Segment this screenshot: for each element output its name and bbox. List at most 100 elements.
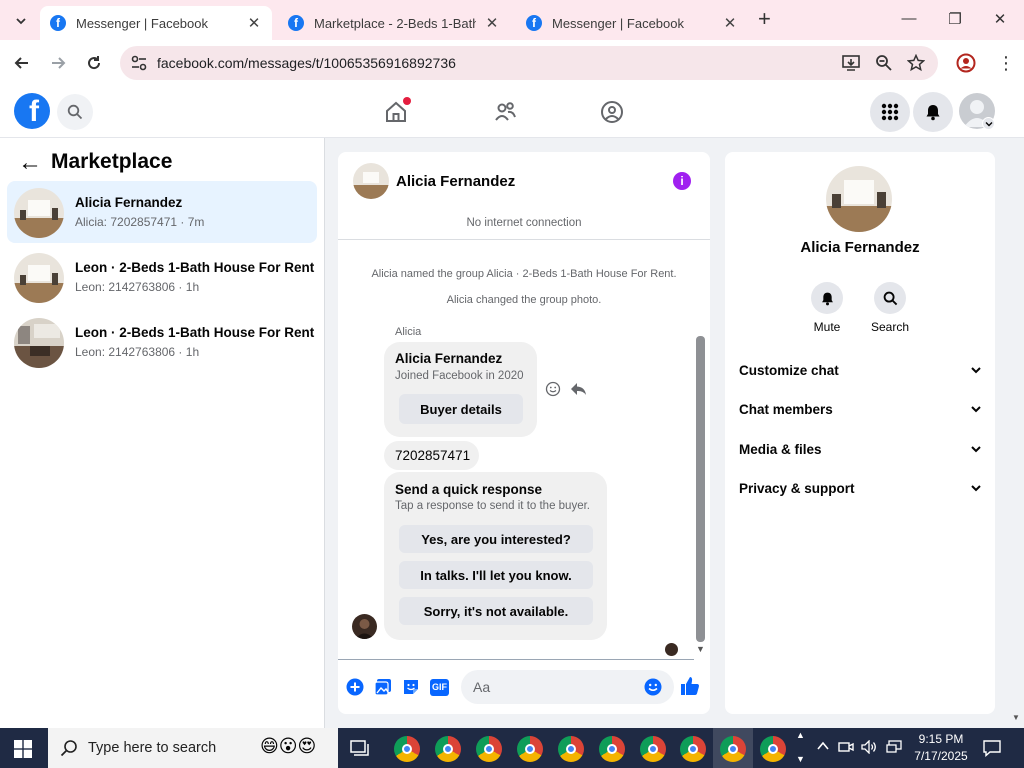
chat-scrollbar[interactable] bbox=[696, 336, 705, 642]
conversation-item[interactable]: Leon · 2-Beds 1-Bath House For Rent Leon… bbox=[7, 311, 317, 373]
search-in-chat-button[interactable]: Search bbox=[870, 282, 910, 334]
reply-button[interactable] bbox=[570, 381, 587, 397]
chrome-taskbar-icon[interactable] bbox=[394, 736, 420, 762]
section-privacy-support[interactable]: Privacy & support bbox=[739, 476, 981, 500]
chrome-taskbar-icon[interactable] bbox=[599, 736, 625, 762]
reload-button[interactable] bbox=[84, 53, 104, 73]
tray-overflow-icon[interactable] bbox=[816, 739, 830, 753]
new-tab-button[interactable]: + bbox=[758, 6, 771, 32]
restore-window-icon[interactable]: ❐ bbox=[945, 10, 965, 30]
scroll-down-icon[interactable]: ▼ bbox=[696, 644, 705, 654]
chrome-taskbar-icon[interactable] bbox=[720, 736, 746, 762]
attach-photo-button[interactable] bbox=[374, 678, 392, 696]
chrome-taskbar-icon[interactable] bbox=[760, 736, 786, 762]
zoom-icon[interactable] bbox=[875, 54, 893, 72]
friends-icon bbox=[495, 102, 516, 121]
camera-tray-icon[interactable] bbox=[838, 740, 854, 754]
quick-response-option[interactable]: Sorry, it's not available. bbox=[399, 597, 593, 625]
browser-tab[interactable]: f Messenger | Facebook ✕ bbox=[516, 6, 748, 40]
marketplace-conversation-list: ← Marketplace Alicia Fernandez Alicia: 7… bbox=[0, 138, 325, 728]
notification-dot bbox=[403, 97, 411, 105]
volume-tray-icon[interactable] bbox=[861, 740, 877, 754]
groups-nav-button[interactable] bbox=[600, 100, 624, 124]
friends-nav-button[interactable] bbox=[493, 100, 517, 124]
bookmark-star-icon[interactable] bbox=[907, 54, 925, 72]
chevron-down-icon bbox=[971, 445, 981, 452]
menu-button[interactable] bbox=[870, 92, 910, 132]
close-window-icon[interactable]: ✕ bbox=[990, 10, 1010, 30]
emoji-icon[interactable] bbox=[644, 678, 662, 696]
quick-response-option[interactable]: In talks. I'll let you know. bbox=[399, 561, 593, 589]
page-title: Marketplace bbox=[51, 150, 173, 173]
section-customize-chat[interactable]: Customize chat bbox=[739, 358, 981, 382]
chrome-taskbar-icon[interactable] bbox=[680, 736, 706, 762]
message-text: 7202857471 bbox=[395, 448, 471, 463]
react-button[interactable] bbox=[545, 381, 561, 397]
network-tray-icon[interactable] bbox=[886, 740, 902, 754]
quick-response-option[interactable]: Yes, are you interested? bbox=[399, 525, 593, 553]
chat-info-button[interactable]: i bbox=[673, 172, 691, 190]
mute-button[interactable]: Mute bbox=[809, 282, 845, 334]
conversation-preview: Leon: 2142763806 · 1h bbox=[75, 280, 200, 294]
conversation-preview: Leon: 2142763806 · 1h bbox=[75, 345, 200, 359]
chrome-taskbar-icon[interactable] bbox=[435, 736, 461, 762]
info-icon: i bbox=[680, 174, 684, 188]
browser-tab[interactable]: f Messenger | Facebook ✕ bbox=[40, 6, 272, 40]
like-button[interactable] bbox=[680, 676, 700, 696]
sticker-button[interactable] bbox=[402, 678, 420, 696]
section-label: Chat members bbox=[739, 401, 833, 417]
taskbar-scroll-down-icon[interactable]: ▼ bbox=[796, 754, 805, 764]
notifications-button[interactable] bbox=[913, 92, 953, 132]
site-settings-icon[interactable] bbox=[130, 55, 148, 71]
gallery-icon bbox=[374, 679, 391, 696]
notification-center-icon[interactable] bbox=[983, 739, 1001, 757]
profile-button[interactable] bbox=[956, 53, 976, 73]
conversation-item[interactable]: Alicia Fernandez Alicia: 7202857471 · 7m bbox=[7, 181, 317, 243]
conversation-item[interactable]: Leon · 2-Beds 1-Bath House For Rent Leon… bbox=[7, 246, 317, 308]
clock-date[interactable]: 7/17/2025 bbox=[910, 749, 972, 763]
gif-button[interactable]: GIF bbox=[430, 679, 449, 696]
facebook-logo[interactable]: f bbox=[14, 93, 50, 129]
chrome-taskbar-icon[interactable] bbox=[476, 736, 502, 762]
chat-header-name[interactable]: Alicia Fernandez bbox=[396, 173, 515, 190]
task-view-icon[interactable] bbox=[350, 739, 370, 757]
start-button[interactable] bbox=[14, 740, 32, 758]
minimize-window-icon[interactable]: — bbox=[899, 10, 919, 30]
chrome-taskbar-icon[interactable] bbox=[640, 736, 666, 762]
chrome-taskbar-icon[interactable] bbox=[558, 736, 584, 762]
close-tab-icon[interactable]: ✕ bbox=[246, 14, 262, 32]
section-media-files[interactable]: Media & files bbox=[739, 437, 981, 461]
home-nav-button[interactable] bbox=[384, 97, 411, 124]
message-bubble: 7202857471 bbox=[384, 441, 479, 470]
browser-tab[interactable]: f Marketplace - 2-Beds 1-Bath Ho ✕ bbox=[278, 6, 510, 40]
account-chevron-icon[interactable] bbox=[982, 117, 995, 130]
taskbar-scroll-up-icon[interactable]: ▲ bbox=[796, 730, 805, 740]
tab-search-button[interactable] bbox=[10, 10, 32, 32]
address-bar[interactable]: facebook.com/messages/t/1006535691689273… bbox=[120, 46, 938, 80]
taskbar-search-box[interactable]: Type here to search 😄😮😍 bbox=[48, 728, 338, 768]
back-button[interactable] bbox=[12, 53, 32, 73]
section-chat-members[interactable]: Chat members bbox=[739, 397, 981, 421]
browser-menu-button[interactable]: ⋮ bbox=[997, 53, 1015, 73]
url-text[interactable]: facebook.com/messages/t/1006535691689273… bbox=[157, 55, 456, 71]
search-button[interactable] bbox=[57, 94, 93, 130]
system-message: Alicia changed the group photo. bbox=[446, 294, 602, 306]
page-scroll-down-icon[interactable]: ▼ bbox=[1012, 713, 1020, 722]
profile-card-joined: Joined Facebook in 2020 bbox=[395, 370, 524, 382]
clock-time[interactable]: 9:15 PM bbox=[910, 732, 972, 746]
arrow-right-icon bbox=[52, 57, 66, 69]
install-app-icon[interactable] bbox=[842, 54, 860, 72]
chrome-taskbar-icon[interactable] bbox=[517, 736, 543, 762]
close-tab-icon[interactable]: ✕ bbox=[484, 14, 500, 32]
back-button[interactable]: ← bbox=[18, 149, 42, 177]
message-input[interactable]: Aa bbox=[461, 670, 674, 704]
message-input-placeholder: Aa bbox=[473, 679, 491, 695]
chat-header-avatar[interactable] bbox=[353, 163, 389, 199]
more-actions-button[interactable] bbox=[346, 678, 364, 696]
close-tab-icon[interactable]: ✕ bbox=[722, 14, 738, 32]
tab-title: Messenger | Facebook bbox=[552, 15, 684, 31]
forward-button[interactable] bbox=[48, 53, 68, 73]
buyer-details-button[interactable]: Buyer details bbox=[399, 394, 523, 424]
chevron-down-icon bbox=[971, 366, 981, 373]
reload-icon bbox=[88, 56, 101, 70]
